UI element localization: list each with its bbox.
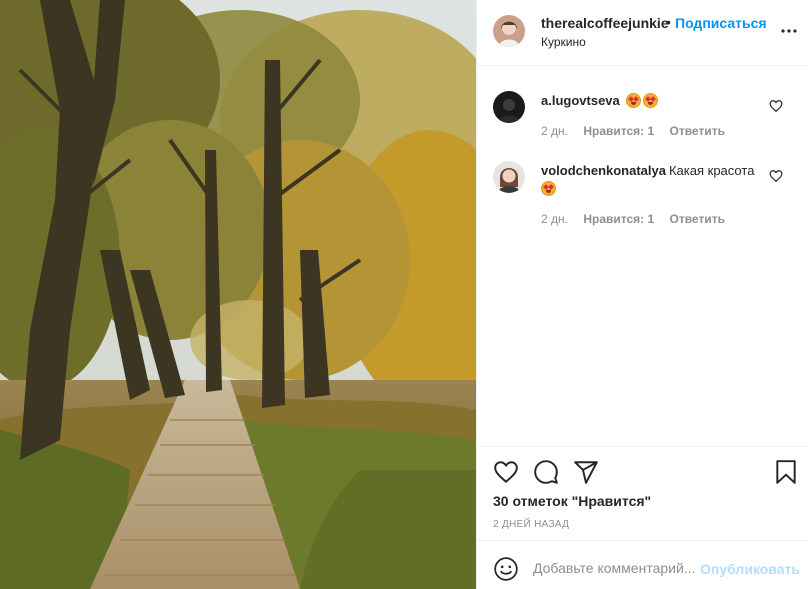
- comment-username[interactable]: volodchenkonatalya: [541, 163, 666, 178]
- likes-count[interactable]: 30 отметок "Нравится": [493, 493, 651, 509]
- comment-time[interactable]: 2 дн.: [541, 212, 568, 226]
- comment-username[interactable]: a.lugovtseva: [541, 93, 620, 108]
- instagram-post: therealcoffeejunkie • Подписаться Куркин…: [0, 0, 808, 589]
- comment-text: a.lugovtseva: [541, 92, 757, 110]
- heart-eyes-emoji-icon: [643, 93, 659, 108]
- comment-time[interactable]: 2 дн.: [541, 124, 568, 138]
- reply-button[interactable]: Ответить: [670, 124, 725, 138]
- photo-image: [0, 0, 476, 589]
- comment-likes[interactable]: Нравится: 1: [583, 212, 654, 226]
- smile-icon[interactable]: [493, 556, 519, 582]
- comment-input[interactable]: [533, 553, 699, 583]
- heart-icon[interactable]: [493, 459, 519, 485]
- post-photo[interactable]: [0, 0, 476, 589]
- share-icon[interactable]: [573, 459, 599, 485]
- post-location[interactable]: Куркино: [541, 35, 586, 49]
- heart-eyes-emoji-icon: [626, 93, 642, 108]
- bookmark-icon[interactable]: [773, 459, 799, 485]
- heart-outline-icon[interactable]: [769, 169, 783, 183]
- comment-likes[interactable]: Нравится: 1: [583, 124, 654, 138]
- commenter-avatar[interactable]: [493, 91, 525, 123]
- post-sidebar: therealcoffeejunkie • Подписаться Куркин…: [476, 0, 808, 589]
- add-comment-bar: Опубликовать: [477, 540, 808, 589]
- author-username[interactable]: therealcoffeejunkie: [541, 15, 669, 31]
- follow-button[interactable]: Подписаться: [675, 15, 767, 31]
- post-actions: 30 отметок "Нравится" 2 ДНЕЙ НАЗАД: [477, 446, 808, 540]
- comment-text: volodchenkonatalya Какая красота: [541, 162, 757, 198]
- comment-body: Какая красота: [668, 163, 755, 178]
- heart-eyes-emoji-icon: [541, 181, 556, 196]
- post-date[interactable]: 2 ДНЕЙ НАЗАД: [493, 519, 569, 530]
- reply-button[interactable]: Ответить: [670, 212, 725, 226]
- comment-meta: 2 дн. Нравится: 1 Ответить: [541, 212, 737, 226]
- comments-list: a.lugovtseva 2 дн. Нравится: 1 Ответить: [477, 67, 808, 445]
- comment-meta: 2 дн. Нравится: 1 Ответить: [541, 124, 737, 138]
- author-avatar[interactable]: [493, 15, 525, 47]
- publish-button[interactable]: Опубликовать: [700, 561, 800, 577]
- post-header: therealcoffeejunkie • Подписаться Куркин…: [477, 0, 808, 66]
- header-separator: •: [666, 14, 671, 30]
- more-horizontal-icon[interactable]: [777, 19, 801, 43]
- comment-icon[interactable]: [533, 459, 559, 485]
- heart-outline-icon[interactable]: [769, 99, 783, 113]
- commenter-avatar[interactable]: [493, 161, 525, 193]
